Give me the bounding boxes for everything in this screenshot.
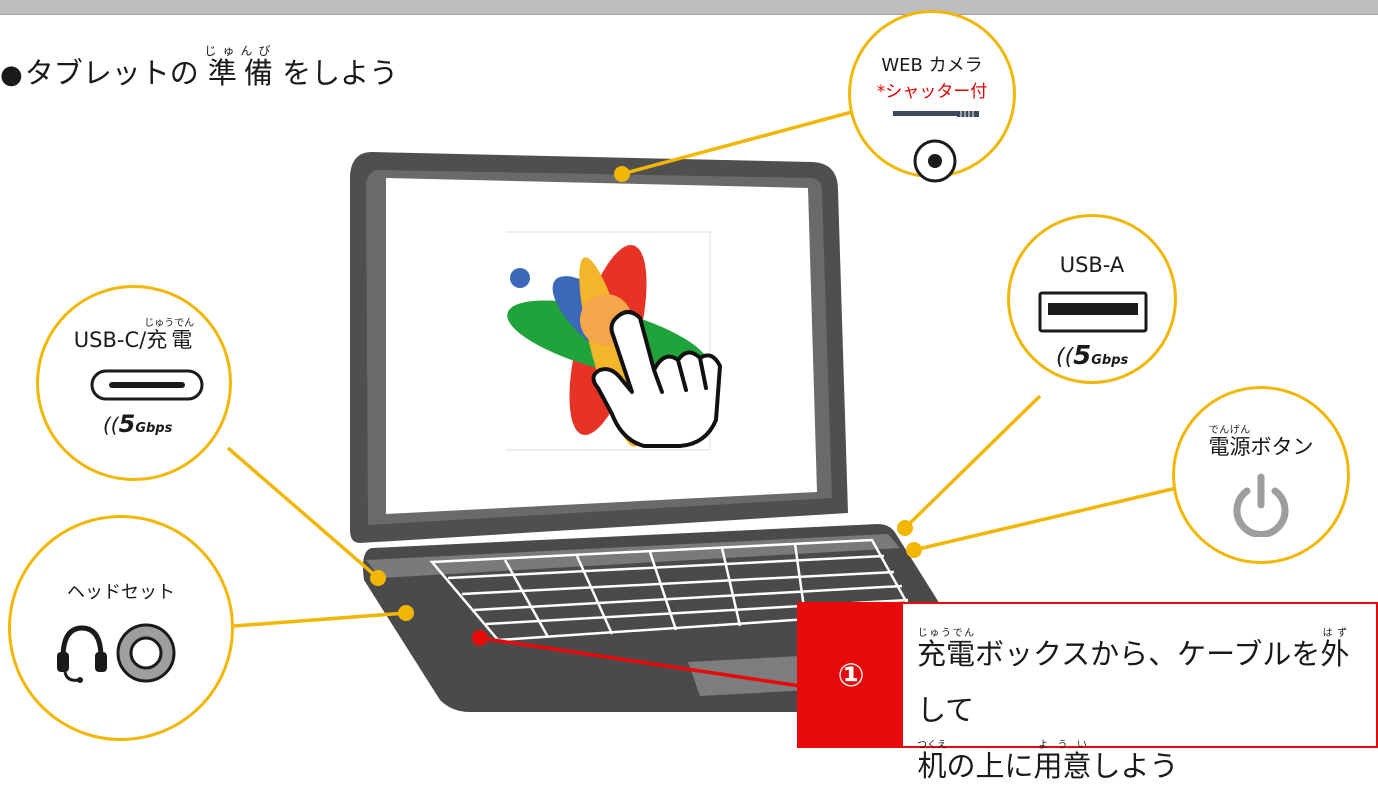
audio-jack-icon [116,623,176,683]
bullet-mark: ● [0,60,23,90]
step-callout: ① 充電じゅうでんボックスから、ケーブルを外はずして 机つくえの上に用意よういし… [797,602,1378,783]
power-button-callout: 電源でんげんボタン [1172,386,1350,564]
headset-icon [57,625,107,683]
page-title: ●タブレットの 準備じゅんび をしよう [0,44,399,90]
step-line-2: 机つくえの上に用意よういしよう [917,740,1179,783]
webcam-title: WEB カメラ [881,55,983,76]
usb-c-title: USB-C/充電じゅうでん [73,318,195,352]
power-title: 電源でんげんボタン [1208,425,1314,459]
step-number: ① [799,604,903,746]
webcam-note: *シャッター付 [876,82,988,102]
power-icon [1233,473,1289,537]
webcam-lens-icon [913,139,957,183]
headset-title: ヘッドセット [67,582,175,603]
usb-a-callout: USB-A ((5Gbps [1007,214,1177,384]
5gbps-badge-icon: ((5Gbps [1056,341,1129,371]
touchpad [688,656,812,696]
usb-a-port-icon [1038,291,1148,333]
headset-callout: ヘッドセット [8,515,234,741]
step-line-1: 充電じゅうでんボックスから、ケーブルを外はずして [917,628,1350,727]
usb-c-callout: USB-C/充電じゅうでん ((5Gbps [36,285,232,481]
webcam-callout: WEB カメラ *シャッター付 [848,10,1016,183]
usb-c-port-icon [90,369,204,401]
usb-a-title: USB-A [1059,253,1125,277]
title-kanji: 準備じゅんび [204,44,277,90]
5gbps-badge-icon: ((5Gbps [103,410,173,438]
step-text: 充電じゅうでんボックスから、ケーブルを外はずして 机つくえの上に用意よういしよう [917,626,1370,794]
